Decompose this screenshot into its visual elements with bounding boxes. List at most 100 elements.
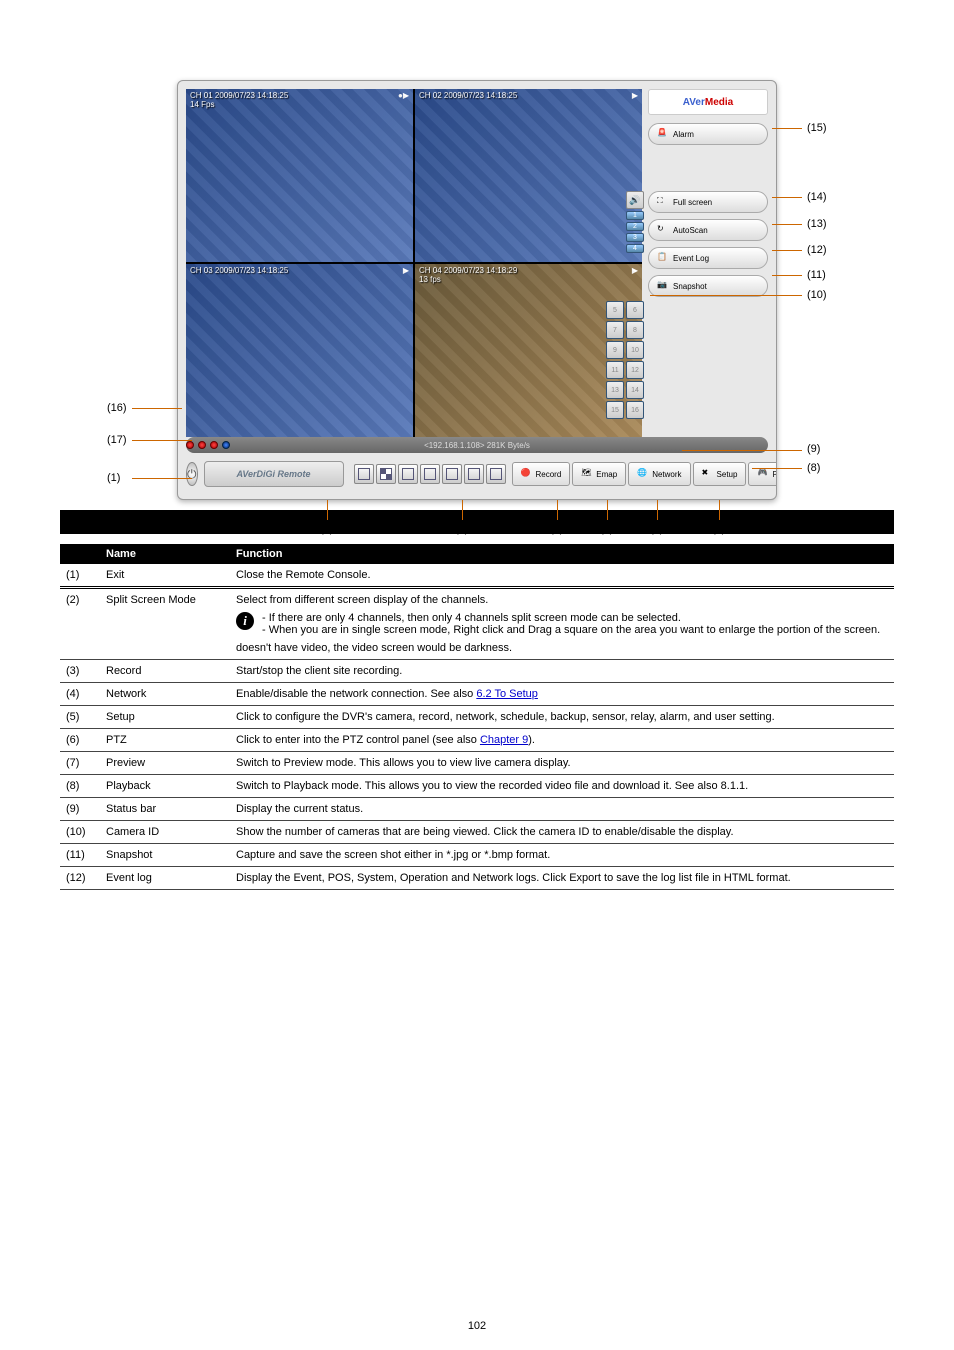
split-32-icon [490, 468, 502, 480]
camera-id-5[interactable]: 5 [606, 301, 624, 319]
autoscan-button[interactable]: ↻ AutoScan [648, 219, 768, 241]
row-desc: Display the Event, POS, System, Operatio… [230, 867, 894, 890]
table-row-8: (8) Playback Switch to Playback mode. Th… [60, 775, 894, 798]
callout-line [682, 450, 802, 451]
callout-line [772, 224, 802, 225]
fullscreen-button[interactable]: ⛶ Full screen [648, 191, 768, 213]
brand-plate: AVerDiGi Remote [204, 461, 344, 487]
th-function: Function [230, 544, 894, 564]
function-buttons: 🔴 Record 🗺 Emap 🌐 Network ✖ [512, 462, 778, 486]
table-row-2: (2) Split Screen Mode Select from differ… [60, 588, 894, 660]
camera-id-12[interactable]: 12 [626, 361, 644, 379]
status-bar: <192.168.1.108> 281K Byte/s [186, 437, 768, 453]
split-1-icon [358, 468, 370, 480]
table-row-3: (3) Record Start/stop the client site re… [60, 660, 894, 683]
callout-line [327, 500, 328, 520]
channel-active-column: 🔊 1 2 3 4 [626, 191, 644, 253]
ptz-button[interactable]: 🎮 PTZ [748, 462, 777, 486]
play-indicator-icon: ▶ [632, 91, 638, 100]
video-grid: CH 01 2009/07/23 14:18:25 14 Fps ●▶ CH 0… [186, 89, 642, 437]
camera-id-7[interactable]: 7 [606, 321, 624, 339]
row-num: (2) [60, 588, 100, 660]
video-cell-ch3: CH 03 2009/07/23 14:18:25 ▶ [186, 264, 413, 437]
speaker-icon[interactable]: 🔊 [626, 191, 644, 209]
eventlog-button[interactable]: 📋 Event Log [648, 247, 768, 269]
snapshot-button[interactable]: 📷 Snapshot [648, 275, 768, 297]
table-row-4: (4) Network Enable/disable the network c… [60, 683, 894, 706]
callout-16: (16) [107, 402, 127, 414]
camera-id-2[interactable]: 2 [626, 222, 644, 231]
camera-id-3[interactable]: 3 [626, 233, 644, 242]
row-desc: Start/stop the client site recording. [230, 660, 894, 683]
table-row-10: (10) Camera ID Show the number of camera… [60, 821, 894, 844]
split-8-button[interactable] [442, 464, 462, 484]
camera-id-11[interactable]: 11 [606, 361, 624, 379]
row-desc: Show the number of cameras that are bein… [230, 821, 894, 844]
network-icon: 🌐 [637, 468, 649, 480]
camera-id-14[interactable]: 14 [626, 381, 644, 399]
split-1-button[interactable] [354, 464, 374, 484]
row-desc: Switch to Playback mode. This allows you… [230, 775, 894, 798]
camera-id-9[interactable]: 9 [606, 341, 624, 359]
alarm-button[interactable]: 🚨 Alarm [648, 123, 768, 145]
emap-label: Emap [596, 470, 617, 479]
callout-line [772, 250, 802, 251]
camera-id-15[interactable]: 15 [606, 401, 624, 419]
play-indicator-icon: ▶ [403, 266, 409, 275]
callout-2: (2) [320, 523, 333, 535]
split-4-icon [380, 468, 392, 480]
split-16-button[interactable] [420, 464, 440, 484]
row-name: Network [100, 683, 230, 706]
table-row-5: (5) Setup Click to configure the DVR's c… [60, 706, 894, 729]
callout-line [462, 500, 463, 520]
callout-7: (7) [712, 523, 725, 535]
bottom-bar: <192.168.1.108> 281K Byte/s ⏻ AVerDiGi R… [186, 437, 768, 491]
callout-line [657, 500, 658, 520]
ch4-overlay: CH 04 2009/07/23 14:18:29 13 fps [419, 266, 517, 284]
camera-id-10[interactable]: 10 [626, 341, 644, 359]
split-13-icon [468, 468, 480, 480]
table-row-6: (6) PTZ Click to enter into the PTZ cont… [60, 729, 894, 752]
split-4-button[interactable] [376, 464, 396, 484]
row-desc: Switch to Preview mode. This allows you … [230, 752, 894, 775]
video-cell-ch1: CH 01 2009/07/23 14:18:25 14 Fps ●▶ [186, 89, 413, 262]
link-chapter9[interactable]: Chapter 9 [480, 734, 528, 746]
camera-id-4[interactable]: 4 [626, 244, 644, 253]
camera-id-13[interactable]: 13 [606, 381, 624, 399]
exit-button[interactable]: ⏻ [186, 462, 198, 486]
split-32-button[interactable] [486, 464, 506, 484]
callout-14: (14) [807, 191, 827, 203]
video-cell-ch2: CH 02 2009/07/23 14:18:25 ▶ [415, 89, 642, 262]
eventlog-icon: 📋 [657, 252, 669, 264]
split-9-button[interactable] [398, 464, 418, 484]
table-row-12: (12) Event log Display the Event, POS, S… [60, 867, 894, 890]
callout-line [132, 478, 192, 479]
table-header-strip [60, 510, 894, 534]
row-name: Status bar [100, 798, 230, 821]
row-name: Split Screen Mode [100, 588, 230, 660]
callout-line [607, 500, 608, 520]
rec-dot-icon [186, 441, 194, 449]
record-icon: 🔴 [521, 468, 533, 480]
row-num: (7) [60, 752, 100, 775]
emap-button[interactable]: 🗺 Emap [572, 462, 626, 486]
network-button[interactable]: 🌐 Network [628, 462, 690, 486]
callout-4: (4) [550, 523, 563, 535]
callout-6: (6) [650, 523, 663, 535]
row-num: (6) [60, 729, 100, 752]
camera-id-1[interactable]: 1 [626, 211, 644, 220]
record-button[interactable]: 🔴 Record [512, 462, 571, 486]
setup-button[interactable]: ✖ Setup [693, 462, 747, 486]
row-name: Setup [100, 706, 230, 729]
ch2-overlay: CH 02 2009/07/23 14:18:25 [419, 91, 517, 100]
split-13-button[interactable] [464, 464, 484, 484]
callout-13: (13) [807, 218, 827, 230]
rec-dot-icon [210, 441, 218, 449]
callout-line [557, 500, 558, 520]
indicator-dots [186, 441, 230, 449]
camera-id-8[interactable]: 8 [626, 321, 644, 339]
camera-id-6[interactable]: 6 [626, 301, 644, 319]
camera-id-16[interactable]: 16 [626, 401, 644, 419]
table-row-7: (7) Preview Switch to Preview mode. This… [60, 752, 894, 775]
link-setup[interactable]: 6.2 To Setup [476, 688, 538, 700]
